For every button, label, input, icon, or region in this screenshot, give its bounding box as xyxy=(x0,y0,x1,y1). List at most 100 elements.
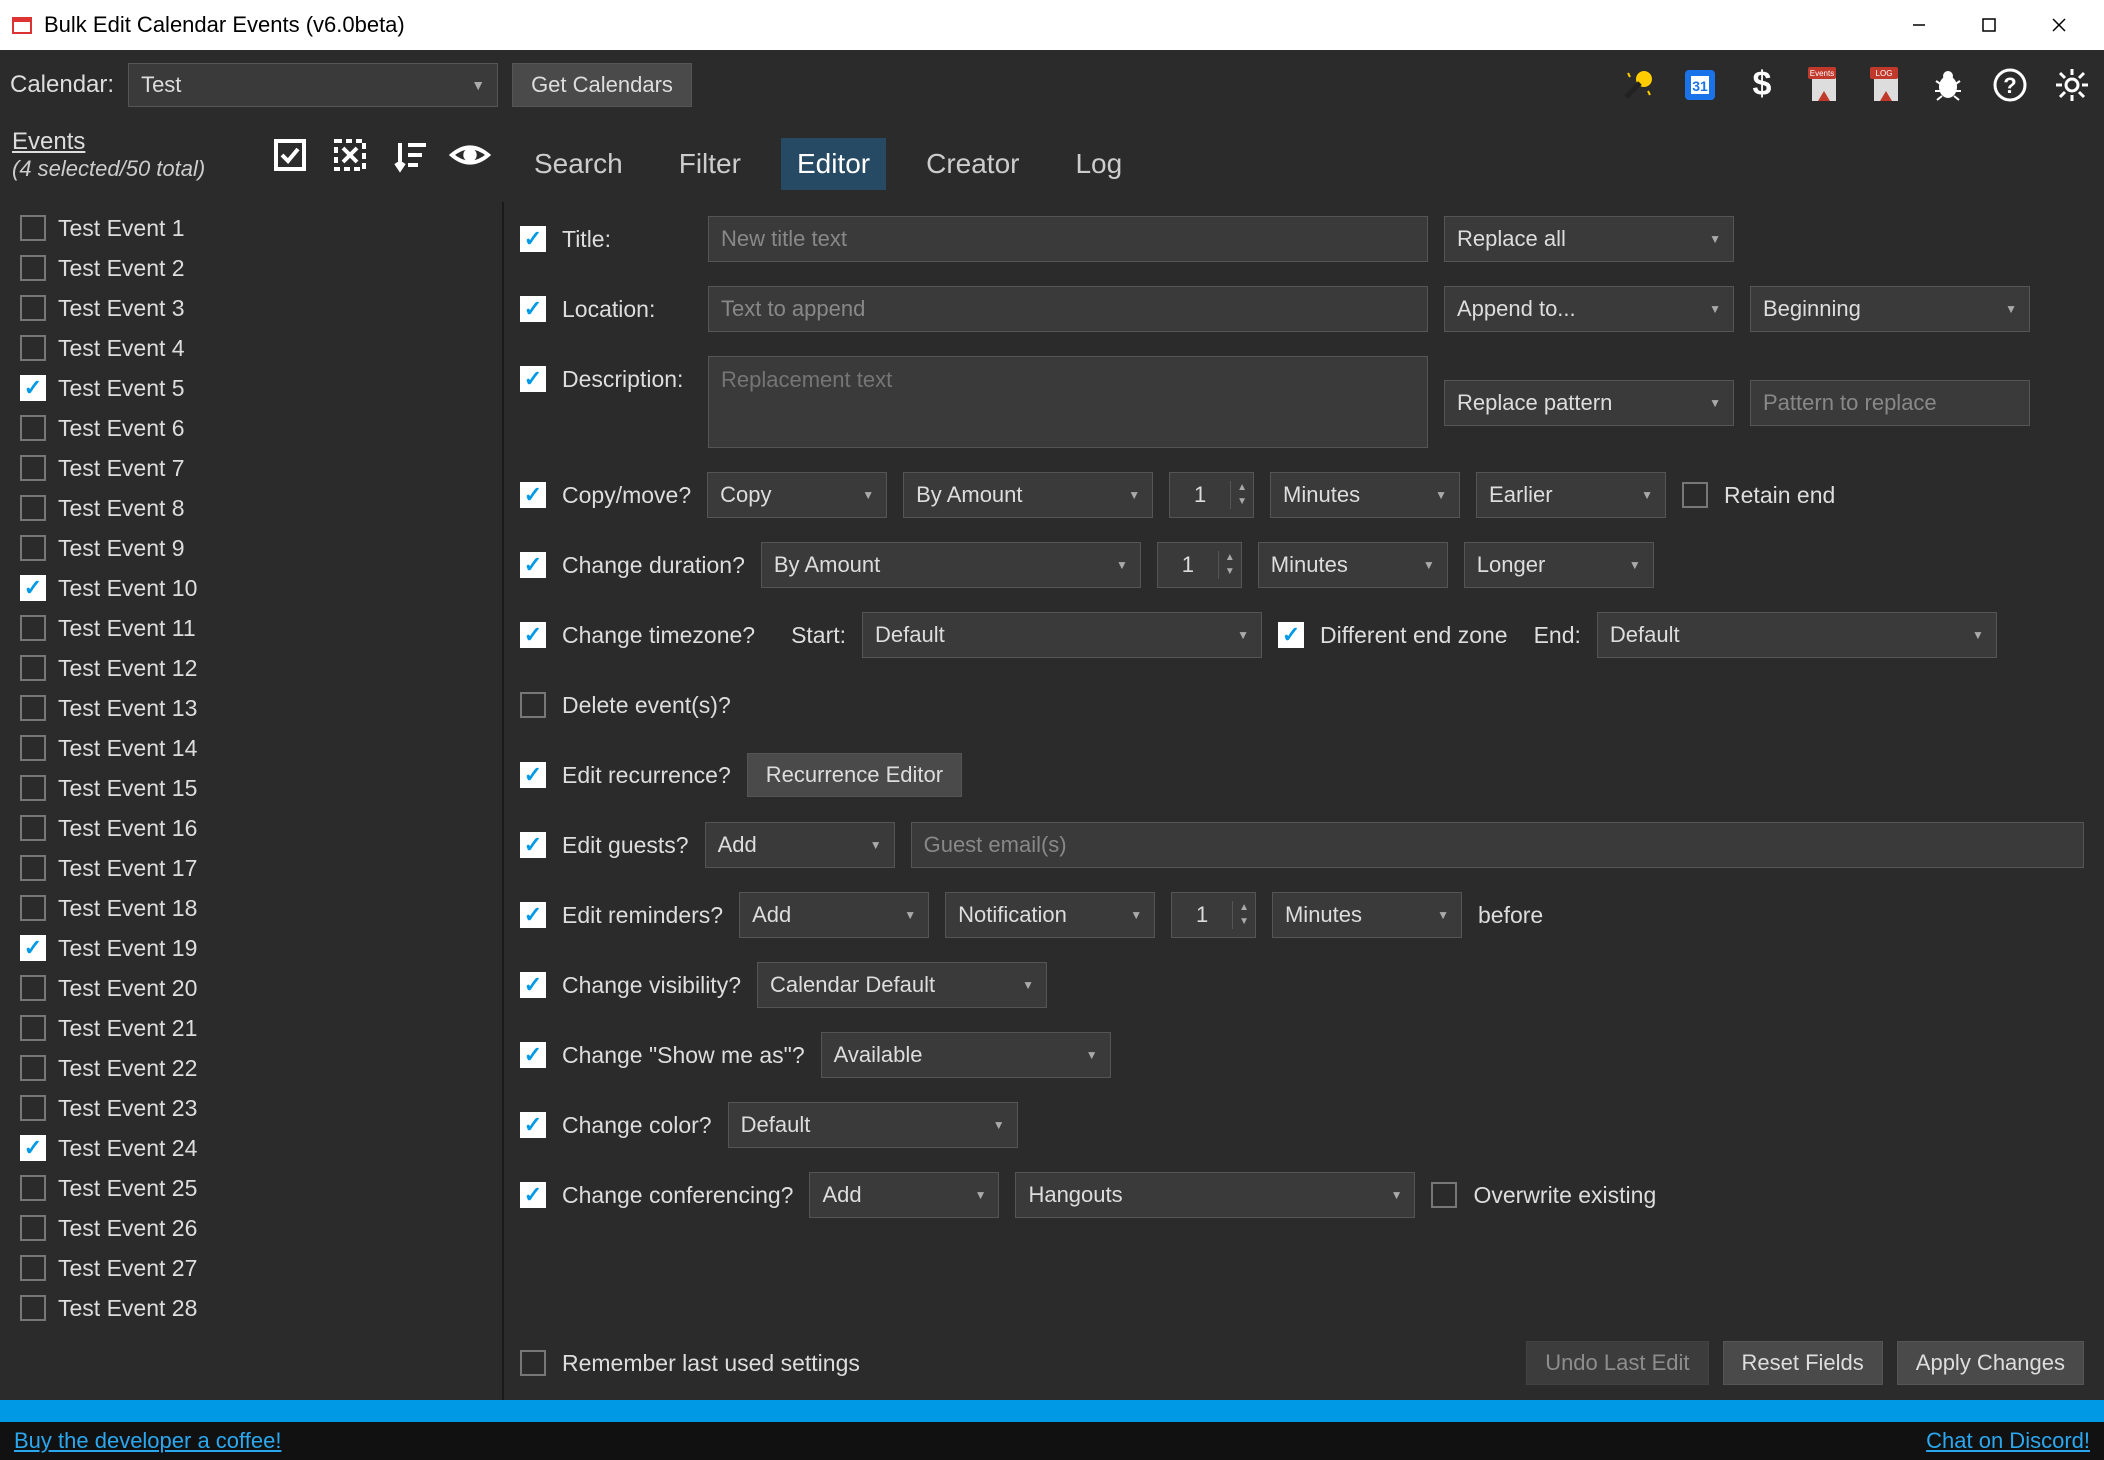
event-row[interactable]: Test Event 12 xyxy=(20,648,502,688)
reset-button[interactable]: Reset Fields xyxy=(1723,1341,1883,1385)
get-calendars-button[interactable]: Get Calendars xyxy=(512,63,692,107)
reminders-amount-spinner[interactable]: ▲▼ xyxy=(1171,892,1256,938)
location-pos-select[interactable]: Beginning▼ xyxy=(1750,286,2030,332)
color-select[interactable]: Default▼ xyxy=(728,1102,1018,1148)
conferencing-checkbox[interactable] xyxy=(520,1182,546,1208)
visibility-select[interactable]: Calendar Default▼ xyxy=(757,962,1047,1008)
copymove-checkbox[interactable] xyxy=(520,482,546,508)
event-checkbox[interactable] xyxy=(20,455,46,481)
event-checkbox[interactable] xyxy=(20,1135,46,1161)
event-checkbox[interactable] xyxy=(20,375,46,401)
event-row[interactable]: Test Event 25 xyxy=(20,1168,502,1208)
guests-action-select[interactable]: Add▼ xyxy=(705,822,895,868)
event-checkbox[interactable] xyxy=(20,735,46,761)
event-row[interactable]: Test Event 18 xyxy=(20,888,502,928)
event-row[interactable]: Test Event 15 xyxy=(20,768,502,808)
event-row[interactable]: Test Event 4 xyxy=(20,328,502,368)
title-checkbox[interactable] xyxy=(520,226,546,252)
guests-checkbox[interactable] xyxy=(520,832,546,858)
event-checkbox[interactable] xyxy=(20,1015,46,1041)
spinner-down-icon[interactable]: ▼ xyxy=(1219,565,1241,579)
event-checkbox[interactable] xyxy=(20,1055,46,1081)
spinner-down-icon[interactable]: ▼ xyxy=(1233,915,1255,929)
event-row[interactable]: Test Event 22 xyxy=(20,1048,502,1088)
event-checkbox[interactable] xyxy=(20,975,46,1001)
event-row[interactable]: Test Event 16 xyxy=(20,808,502,848)
event-checkbox[interactable] xyxy=(20,295,46,321)
description-input[interactable] xyxy=(708,356,1428,448)
event-row[interactable]: Test Event 13 xyxy=(20,688,502,728)
showmeas-select[interactable]: Available▼ xyxy=(821,1032,1111,1078)
event-checkbox[interactable] xyxy=(20,935,46,961)
event-checkbox[interactable] xyxy=(20,415,46,441)
help-icon[interactable]: ? xyxy=(1988,63,2032,107)
reminders-checkbox[interactable] xyxy=(520,902,546,928)
timezone-checkbox[interactable] xyxy=(520,622,546,648)
spinner-down-icon[interactable]: ▼ xyxy=(1231,495,1253,509)
event-checkbox[interactable] xyxy=(20,815,46,841)
close-button[interactable] xyxy=(2024,0,2094,50)
timezone-end-select[interactable]: Default▼ xyxy=(1597,612,1997,658)
timezone-start-select[interactable]: Default▼ xyxy=(862,612,1262,658)
conferencing-value-select[interactable]: Hangouts▼ xyxy=(1015,1172,1415,1218)
description-pattern-input[interactable] xyxy=(1750,380,2030,426)
event-row[interactable]: Test Event 26 xyxy=(20,1208,502,1248)
event-checkbox[interactable] xyxy=(20,855,46,881)
event-row[interactable]: Test Event 10 xyxy=(20,568,502,608)
tab-search[interactable]: Search xyxy=(518,138,639,190)
event-row[interactable]: Test Event 19 xyxy=(20,928,502,968)
coffee-link[interactable]: Buy the developer a coffee! xyxy=(14,1428,281,1454)
event-row[interactable]: Test Event 14 xyxy=(20,728,502,768)
event-row[interactable]: Test Event 23 xyxy=(20,1088,502,1128)
event-checkbox[interactable] xyxy=(20,775,46,801)
retain-end-checkbox[interactable] xyxy=(1682,482,1708,508)
settings-icon[interactable] xyxy=(2050,63,2094,107)
event-checkbox[interactable] xyxy=(20,895,46,921)
event-row[interactable]: Test Event 6 xyxy=(20,408,502,448)
sort-icon[interactable] xyxy=(388,135,432,175)
log-file-icon[interactable]: LOG xyxy=(1864,63,1908,107)
remember-checkbox[interactable] xyxy=(520,1350,546,1376)
reminders-action-select[interactable]: Add▼ xyxy=(739,892,929,938)
showmeas-checkbox[interactable] xyxy=(520,1042,546,1068)
overwrite-existing-checkbox[interactable] xyxy=(1431,1182,1457,1208)
copymove-amount-spinner[interactable]: ▲▼ xyxy=(1169,472,1254,518)
event-checkbox[interactable] xyxy=(20,1095,46,1121)
event-row[interactable]: Test Event 24 xyxy=(20,1128,502,1168)
event-row[interactable]: Test Event 1 xyxy=(20,208,502,248)
bug-icon[interactable] xyxy=(1926,63,1970,107)
event-checkbox[interactable] xyxy=(20,535,46,561)
event-row[interactable]: Test Event 17 xyxy=(20,848,502,888)
event-row[interactable]: Test Event 20 xyxy=(20,968,502,1008)
event-checkbox[interactable] xyxy=(20,215,46,241)
event-row[interactable]: Test Event 27 xyxy=(20,1248,502,1288)
events-link[interactable]: Events xyxy=(12,128,205,156)
event-checkbox[interactable] xyxy=(20,255,46,281)
duration-by-select[interactable]: By Amount▼ xyxy=(761,542,1141,588)
copymove-by-select[interactable]: By Amount▼ xyxy=(903,472,1153,518)
undo-button[interactable]: Undo Last Edit xyxy=(1526,1341,1708,1385)
events-file-icon[interactable]: Events xyxy=(1802,63,1846,107)
event-row[interactable]: Test Event 5 xyxy=(20,368,502,408)
discord-link[interactable]: Chat on Discord! xyxy=(1926,1428,2090,1454)
recurrence-editor-button[interactable]: Recurrence Editor xyxy=(747,753,962,797)
duration-amount-spinner[interactable]: ▲▼ xyxy=(1157,542,1242,588)
event-row[interactable]: Test Event 11 xyxy=(20,608,502,648)
event-checkbox[interactable] xyxy=(20,1175,46,1201)
event-row[interactable]: Test Event 28 xyxy=(20,1288,502,1328)
spinner-up-icon[interactable]: ▲ xyxy=(1231,481,1253,495)
event-checkbox[interactable] xyxy=(20,335,46,361)
recurrence-checkbox[interactable] xyxy=(520,762,546,788)
location-mode-select[interactable]: Append to...▼ xyxy=(1444,286,1734,332)
event-checkbox[interactable] xyxy=(20,655,46,681)
duration-checkbox[interactable] xyxy=(520,552,546,578)
donate-icon[interactable]: $ xyxy=(1740,63,1784,107)
spinner-up-icon[interactable]: ▲ xyxy=(1219,551,1241,565)
event-row[interactable]: Test Event 3 xyxy=(20,288,502,328)
tab-creator[interactable]: Creator xyxy=(910,138,1035,190)
color-checkbox[interactable] xyxy=(520,1112,546,1138)
spinner-up-icon[interactable]: ▲ xyxy=(1233,901,1255,915)
event-list[interactable]: Test Event 1Test Event 2Test Event 3Test… xyxy=(0,202,502,1400)
conferencing-action-select[interactable]: Add▼ xyxy=(809,1172,999,1218)
copymove-unit-select[interactable]: Minutes▼ xyxy=(1270,472,1460,518)
